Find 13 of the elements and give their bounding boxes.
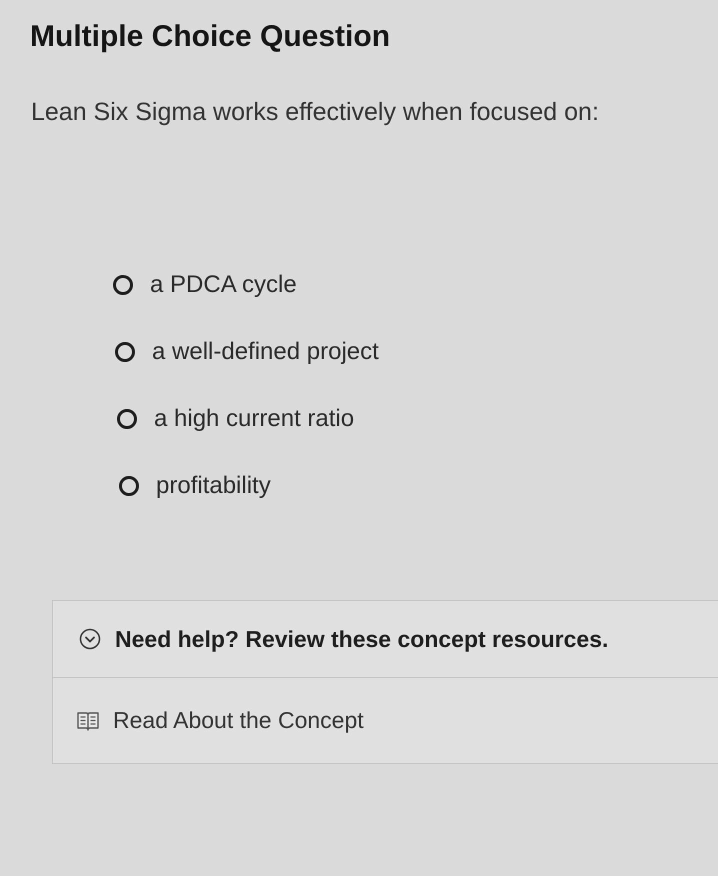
book-icon — [77, 710, 99, 730]
radio-button[interactable] — [117, 408, 137, 428]
radio-button[interactable] — [115, 342, 135, 362]
answer-option[interactable]: a high current ratio — [117, 404, 354, 433]
question-type-title: Multiple Choice Question — [30, 19, 390, 55]
answer-option[interactable]: a PDCA cycle — [113, 270, 297, 299]
radio-button[interactable] — [113, 274, 133, 294]
answer-option[interactable]: profitability — [119, 471, 271, 500]
help-toggle[interactable]: Need help? Review these concept resources. — [53, 601, 718, 677]
resource-link[interactable]: Read About the Concept — [77, 703, 364, 738]
question-text: Lean Six Sigma works effectively when focused on: — [31, 97, 599, 128]
answer-option[interactable]: a well-defined project — [115, 337, 379, 366]
radio-button[interactable] — [119, 476, 139, 496]
